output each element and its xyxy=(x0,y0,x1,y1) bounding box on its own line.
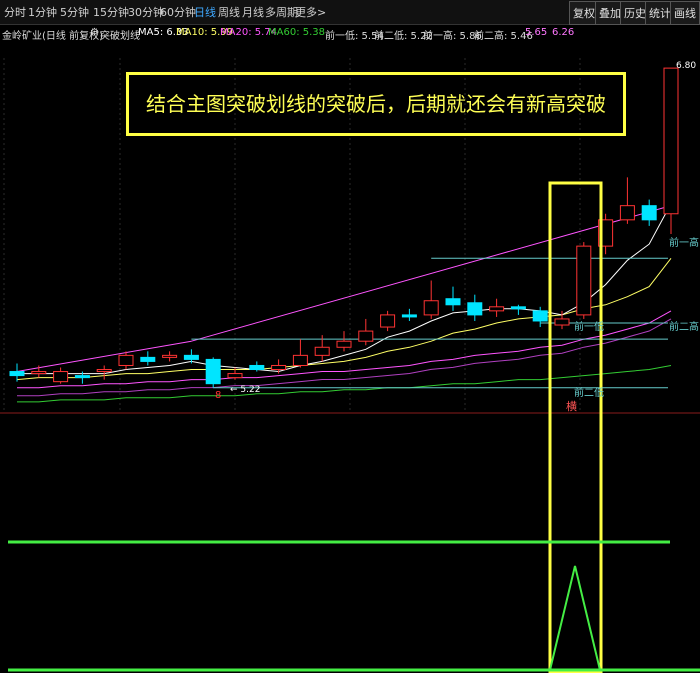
candle-body xyxy=(380,314,396,328)
value-b: 6.26 xyxy=(552,27,575,38)
ma10-line xyxy=(16,257,672,381)
candle-body xyxy=(162,354,178,358)
ma60-value: MA60: 5.38 xyxy=(268,27,326,38)
candle-body xyxy=(118,354,134,366)
candle-body xyxy=(249,364,265,371)
period-tab-10[interactable]: 更多> xyxy=(295,4,326,20)
candle-body xyxy=(619,205,635,221)
period-tab-6[interactable]: 日线 xyxy=(194,4,216,20)
annotation-box: 结合主图突破划线的突破后，后期就还会有新高突破 xyxy=(126,72,626,136)
high-price-label: 6.80 xyxy=(676,61,696,71)
qian-er-gao-value: 前二高: 5.46 xyxy=(474,31,533,42)
indicator-gear-icon[interactable]: ⚙ xyxy=(90,27,99,38)
qian-er-gao-label: 前二高 xyxy=(669,320,699,333)
candle-body xyxy=(314,346,330,356)
period-tab-9[interactable]: 多周期 xyxy=(265,4,298,20)
candle-body xyxy=(227,373,243,379)
candle-body xyxy=(663,67,679,215)
candle-body xyxy=(532,310,548,322)
candle-body xyxy=(358,330,374,342)
kline-chart[interactable]: 6.80 ← 5.22 8 前一高前二高 前一低前二低横 xyxy=(0,42,700,673)
period-toolbar: 分时 1分钟 5分钟 15分钟 30分钟 60分钟 日线 周线 月线 多周期 更多> 复权 叠加 历史 统计… xyxy=(0,0,700,25)
candle-body xyxy=(271,364,287,371)
candle-body xyxy=(489,306,505,312)
period-tab-4[interactable]: 30分钟 xyxy=(128,4,164,20)
candle-body xyxy=(96,369,112,373)
candle-body xyxy=(445,298,461,306)
period-tab-8[interactable]: 月线 xyxy=(242,4,264,20)
period-tab-0[interactable]: 分时 xyxy=(4,4,26,20)
candle-body xyxy=(292,354,308,366)
candle-body xyxy=(140,356,156,362)
indicator-info-bar: 金岭矿业(日线 前复权) ⚙ 突破划线 MA5: 6.33 MA10: 5.99… xyxy=(0,24,700,42)
candle-body xyxy=(401,314,417,318)
signal-label: 横 xyxy=(566,399,577,413)
candle-body xyxy=(53,371,69,383)
qian-yi-di-label: 前一低 xyxy=(574,320,604,333)
breakout-highlight-box xyxy=(548,181,603,673)
candle-body xyxy=(510,306,526,310)
period-tab-5[interactable]: 60分钟 xyxy=(160,4,196,20)
candle-body xyxy=(467,302,483,316)
period-tab-1[interactable]: 1分钟 xyxy=(28,4,57,20)
candle-body xyxy=(554,318,570,326)
value-a: 5.65 xyxy=(525,27,548,38)
candle-body xyxy=(31,371,47,375)
indicator-name[interactable]: 突破划线 xyxy=(100,27,140,42)
low-marker-label: 8 xyxy=(215,390,221,401)
candle-body xyxy=(576,245,592,316)
candle-body xyxy=(9,371,25,377)
qian-yi-gao-label: 前一高 xyxy=(669,236,699,249)
period-tab-7[interactable]: 周线 xyxy=(218,4,240,20)
candle-body xyxy=(183,354,199,360)
qian-yi-gao-value: 前一高: 5.86 xyxy=(423,31,482,42)
candle-body xyxy=(74,375,90,379)
period-tab-3[interactable]: 15分钟 xyxy=(93,4,129,20)
qian-er-di-label: 前二低 xyxy=(574,386,604,399)
low-price-label: ← 5.22 xyxy=(230,385,260,395)
candle-body xyxy=(205,358,221,385)
toolbar-button-4[interactable]: 画线 xyxy=(670,1,700,25)
stock-title[interactable]: 金岭矿业(日线 前复权) xyxy=(2,27,103,42)
candle-body xyxy=(336,340,352,348)
period-tab-2[interactable]: 5分钟 xyxy=(60,4,89,20)
indicator-signal-spike xyxy=(549,565,601,671)
candle-body xyxy=(423,300,439,316)
candle-body xyxy=(641,205,657,221)
